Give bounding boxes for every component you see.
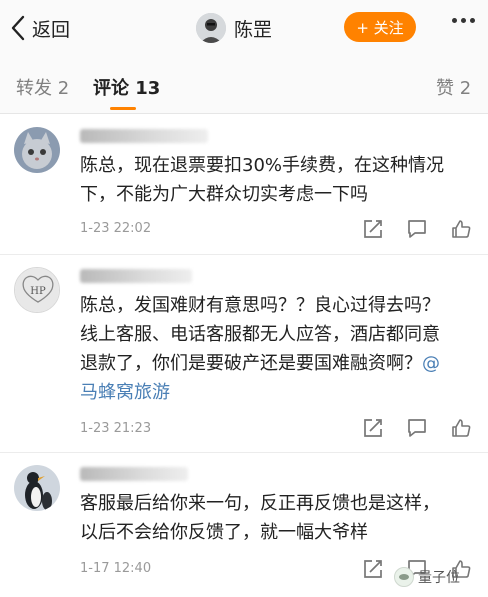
chevron-left-icon (11, 15, 25, 41)
list-item: 陈总，现在退票要扣30%手续费，在这种情况下，不能为广大群众切实考虑一下吗 1-… (0, 115, 488, 255)
tab-bar: 转发 2 评论 13 赞 2 (0, 56, 488, 114)
tab-comments[interactable]: 评论 13 (93, 74, 160, 100)
reply-icon[interactable] (362, 417, 384, 439)
list-item: HP 陈总，发国难财有意思吗？？良心过得去吗？线上客服、电话客服都无人应答，酒店… (0, 255, 488, 453)
tab-repost[interactable]: 转发 2 (16, 74, 69, 100)
comment-text-body: 陈总，发国难财有意思吗？？良心过得去吗？线上客服、电话客服都无人应答，酒店都同意… (80, 295, 440, 374)
back-button[interactable]: 返回 (10, 12, 70, 44)
back-label: 返回 (32, 18, 71, 41)
timestamp: 1-17 12:40 (80, 561, 152, 576)
avatar[interactable]: HP (14, 267, 60, 313)
username-blurred (80, 269, 192, 283)
user-avatar-icon (196, 13, 226, 43)
username-blurred (80, 467, 188, 481)
like-icon[interactable] (450, 417, 472, 439)
avatar[interactable] (196, 13, 226, 43)
reply-icon[interactable] (362, 218, 384, 240)
profile-header[interactable]: 陈罡 (196, 10, 272, 46)
active-tab-indicator (110, 107, 136, 110)
comment-icon[interactable] (406, 218, 428, 240)
top-nav: 返回 陈罡 + 关注 (0, 0, 488, 56)
watermark-logo-icon (394, 567, 414, 587)
more-icon[interactable] (452, 18, 475, 23)
cat-avatar-icon (14, 127, 60, 173)
like-icon[interactable] (450, 218, 472, 240)
timestamp: 1-23 21:23 (80, 421, 152, 436)
reply-icon[interactable] (362, 558, 384, 580)
follow-button[interactable]: + 关注 (344, 12, 416, 42)
profile-name: 陈罡 (234, 18, 273, 41)
avatar[interactable] (14, 465, 60, 511)
comment-actions (362, 218, 472, 240)
timestamp: 1-23 22:02 (80, 221, 152, 236)
avatar[interactable] (14, 127, 60, 173)
tab-likes[interactable]: 赞 2 (436, 74, 471, 100)
username-blurred (80, 129, 208, 143)
watermark-text: 量子位 (418, 570, 460, 586)
penguin-avatar-icon (14, 465, 60, 511)
comment-actions (362, 417, 472, 439)
monogram-avatar-icon: HP (15, 268, 59, 312)
comment-icon[interactable] (406, 417, 428, 439)
comment-text: 陈总，现在退票要扣30%手续费，在这种情况下，不能为广大群众切实考虑一下吗 (80, 155, 445, 205)
comment-text: 陈总，发国难财有意思吗？？良心过得去吗？线上客服、电话客服都无人应答，酒店都同意… (80, 291, 452, 407)
comment-text: 客服最后给你来一句，反正再反馈也是这样，以后不会给你反馈了，就一幅大爷样 (80, 493, 440, 543)
watermark: 量子位 (394, 567, 460, 587)
svg-text:HP: HP (30, 286, 46, 297)
